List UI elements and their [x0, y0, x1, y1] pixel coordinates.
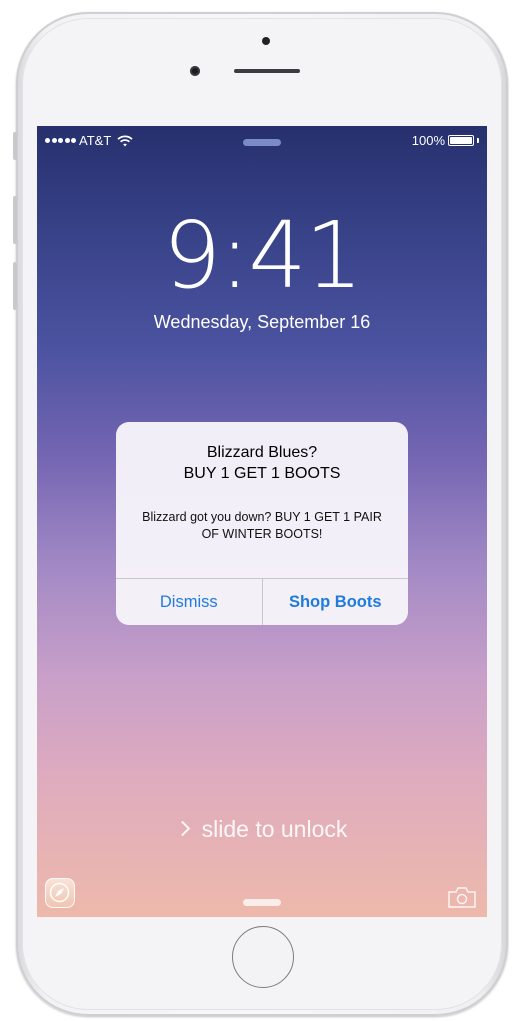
earpiece-speaker: [234, 69, 300, 73]
front-camera: [262, 37, 270, 45]
compass-needle-icon: [49, 882, 70, 903]
slide-to-unlock[interactable]: slide to unlock: [37, 816, 487, 843]
control-center-grabber[interactable]: [243, 899, 281, 906]
mute-switch: [13, 132, 17, 160]
alert-title-line-1: Blizzard Blues?: [206, 444, 318, 461]
lock-time: 9:41: [162, 202, 364, 309]
safari-compass-icon[interactable]: [45, 878, 75, 908]
alert-title: Blizzard Blues? BUY 1 GET 1 BOOTS: [116, 442, 408, 484]
alert-actions: Dismiss Shop Boots: [116, 578, 408, 625]
lock-screen: AT&T 100% 9:41 Wednesday, September 16 B…: [37, 126, 487, 917]
volume-up-button: [13, 196, 17, 244]
volume-down-button: [13, 262, 17, 310]
wifi-icon: [117, 134, 133, 146]
battery-percent: 100%: [411, 133, 445, 148]
notification-center-grabber[interactable]: [243, 139, 281, 146]
chevron-right-icon: [174, 820, 190, 837]
carrier-name: AT&T: [79, 133, 112, 148]
dismiss-button[interactable]: Dismiss: [116, 579, 262, 625]
battery-fill: [450, 137, 472, 144]
camera-icon[interactable]: [447, 886, 477, 908]
battery-status: 100%: [412, 133, 479, 148]
alert-title-line-2: BUY 1 GET 1 BOOTS: [183, 465, 341, 482]
battery-cap: [477, 138, 479, 143]
lock-date: Wednesday, September 16: [153, 312, 371, 332]
battery-icon: [448, 135, 474, 146]
alert-message: Blizzard got you down? BUY 1 GET 1 PAIR …: [142, 510, 382, 541]
notification-alert: Blizzard Blues? BUY 1 GET 1 BOOTS Blizza…: [116, 422, 408, 625]
slide-to-unlock-label: slide to unlock: [201, 816, 348, 842]
signal-strength-icon: [45, 138, 76, 143]
status-bar: AT&T 100%: [37, 126, 487, 148]
carrier-info: AT&T: [45, 133, 133, 148]
proximity-sensor: [190, 66, 200, 76]
shop-boots-button[interactable]: Shop Boots: [261, 579, 409, 625]
home-button[interactable]: [232, 926, 294, 988]
